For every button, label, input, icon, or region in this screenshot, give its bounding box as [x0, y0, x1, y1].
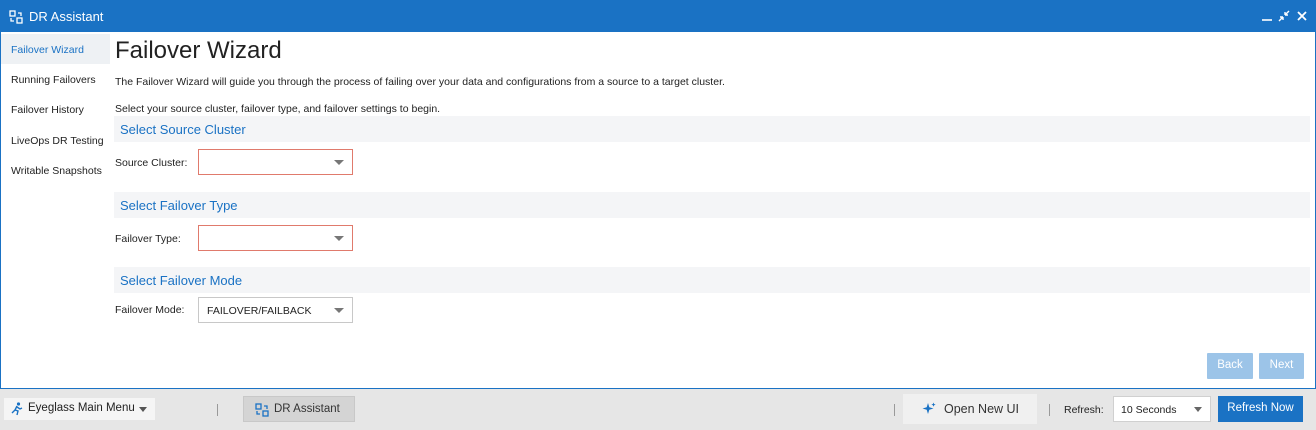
- minimize-icon[interactable]: [1260, 9, 1274, 23]
- wizard-description: The Failover Wizard will guide you throu…: [115, 76, 725, 88]
- chevron-down-icon: [334, 160, 344, 165]
- chevron-down-icon: [334, 308, 344, 313]
- running-man-icon: [11, 402, 23, 416]
- dr-assistant-icon: [255, 403, 269, 417]
- sidebar-item-liveops-dr-testing[interactable]: LiveOps DR Testing: [1, 125, 110, 155]
- failover-type-select[interactable]: [198, 225, 353, 251]
- wizard-instructions: Select your source cluster, failover typ…: [115, 103, 441, 115]
- divider: [894, 404, 895, 416]
- sidebar-item-failover-wizard[interactable]: Failover Wizard: [1, 34, 110, 64]
- failover-mode-value: FAILOVER/FAILBACK: [207, 305, 312, 317]
- open-new-ui-button[interactable]: Open New UI: [903, 394, 1037, 424]
- open-new-ui-label: Open New UI: [944, 402, 1020, 416]
- section-header-failover-mode: Select Failover Mode: [114, 267, 1310, 293]
- refresh-interval-select[interactable]: 10 Seconds: [1113, 396, 1211, 422]
- chevron-down-icon: [139, 407, 147, 412]
- divider: [217, 404, 218, 416]
- failover-mode-select[interactable]: FAILOVER/FAILBACK: [198, 297, 353, 323]
- wizard-content: Failover Wizard The Failover Wizard will…: [114, 32, 1310, 388]
- section-header-source-cluster: Select Source Cluster: [114, 116, 1310, 142]
- back-button[interactable]: Back: [1207, 353, 1253, 379]
- eyeglass-main-menu-button[interactable]: Eyeglass Main Menu: [4, 398, 155, 420]
- source-cluster-label: Source Cluster:: [115, 157, 188, 169]
- refresh-now-button[interactable]: Refresh Now: [1218, 396, 1303, 422]
- chevron-down-icon: [1194, 407, 1202, 412]
- page-title: Failover Wizard: [115, 37, 282, 64]
- close-icon[interactable]: [1295, 9, 1309, 23]
- divider: [1049, 404, 1050, 416]
- main-menu-label: Eyeglass Main Menu: [28, 402, 135, 414]
- failover-type-label: Failover Type:: [115, 233, 181, 245]
- section-header-failover-type: Select Failover Type: [114, 192, 1310, 218]
- failover-mode-label: Failover Mode:: [115, 304, 185, 316]
- window-titlebar[interactable]: DR Assistant: [1, 1, 1315, 32]
- wizard-sidebar: Failover Wizard Running Failovers Failov…: [1, 32, 110, 388]
- window-title: DR Assistant: [29, 9, 104, 24]
- sidebar-item-running-failovers[interactable]: Running Failovers: [1, 64, 110, 94]
- sidebar-item-writable-snapshots[interactable]: Writable Snapshots: [1, 155, 110, 185]
- source-cluster-select[interactable]: [198, 149, 353, 175]
- dr-assistant-icon: [9, 10, 23, 24]
- dr-assistant-window: DR Assistant Failover Wizard Running Fai…: [0, 0, 1316, 389]
- chevron-down-icon: [334, 236, 344, 241]
- taskbar-tab-label: DR Assistant: [274, 403, 340, 415]
- sidebar-item-failover-history[interactable]: Failover History: [1, 94, 110, 124]
- next-button[interactable]: Next: [1259, 353, 1304, 379]
- refresh-interval-value: 10 Seconds: [1121, 404, 1177, 416]
- restore-icon[interactable]: [1277, 9, 1291, 23]
- sparkle-icon: [922, 402, 936, 416]
- refresh-label: Refresh:: [1064, 404, 1104, 416]
- taskbar-tab-dr-assistant[interactable]: DR Assistant: [243, 396, 355, 422]
- taskbar: Eyeglass Main Menu DR Assistant Open New…: [0, 389, 1316, 430]
